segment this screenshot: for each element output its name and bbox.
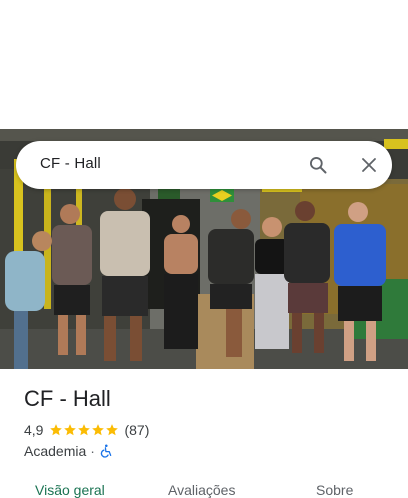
tab-overview[interactable]: Visão geral xyxy=(35,482,105,498)
top-blank-area xyxy=(0,0,408,129)
rating-row[interactable]: 4,9 (87) xyxy=(24,421,149,439)
place-tabs: Visão geral Avaliações Sobre xyxy=(0,478,408,498)
category-row: Academia · xyxy=(24,442,113,460)
tab-about[interactable]: Sobre xyxy=(316,482,353,498)
close-icon[interactable] xyxy=(355,151,383,179)
place-title: CF - Hall xyxy=(24,386,111,411)
star-icon xyxy=(92,424,105,436)
star-icon xyxy=(106,424,119,436)
star-icon xyxy=(64,424,77,436)
search-icon[interactable] xyxy=(304,151,332,179)
wheelchair-icon[interactable] xyxy=(99,444,113,458)
rating-value: 4,9 xyxy=(24,422,44,438)
search-bar[interactable]: CF - Hall xyxy=(16,141,392,189)
star-icon xyxy=(50,424,63,436)
search-input[interactable]: CF - Hall xyxy=(40,155,101,172)
rating-stars xyxy=(49,423,119,437)
star-icon xyxy=(78,424,91,436)
place-page: CF - Hall CF - Hall 4,9 (87) Academia · xyxy=(0,0,408,498)
tab-reviews[interactable]: Avaliações xyxy=(168,482,235,498)
review-count[interactable]: (87) xyxy=(124,422,149,438)
category-label: Academia xyxy=(24,443,87,459)
separator: · xyxy=(90,443,95,459)
